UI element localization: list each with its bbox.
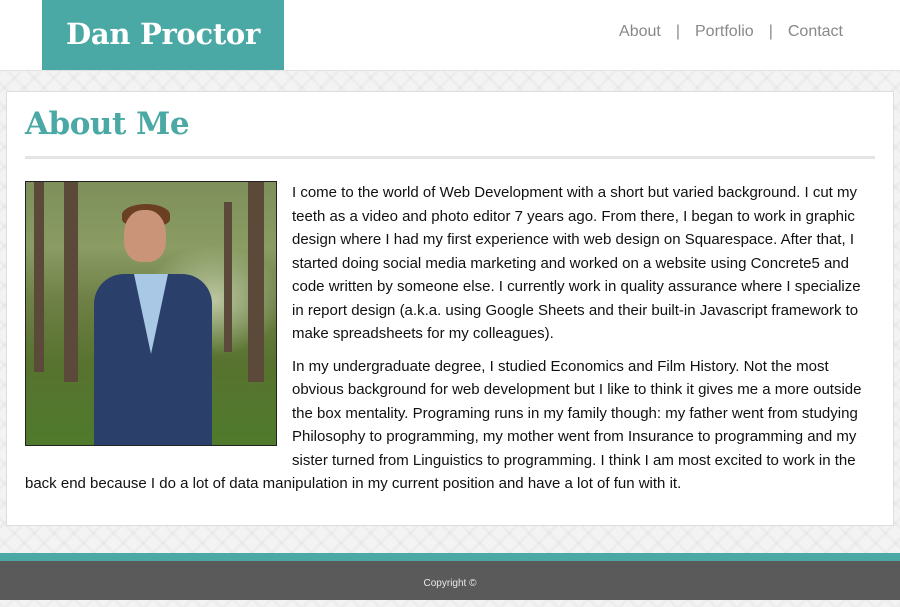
main-nav: About | Portfolio | Contact [619,23,843,41]
nav-separator: | [768,23,773,40]
site-logo[interactable]: Dan Proctor [42,0,284,70]
profile-photo [25,181,277,446]
footer-accent-stripe [0,553,900,561]
nav-separator: | [675,23,680,40]
nav-link-portfolio[interactable]: Portfolio [695,23,754,41]
nav-link-about[interactable]: About [619,23,661,41]
about-card: About Me I come to the world of Web Deve… [6,91,894,526]
page-title: About Me [25,106,190,142]
site-header: Dan Proctor About | Portfolio | Contact [0,0,900,71]
copyright-text: Copyright © [423,578,477,589]
title-divider [25,156,875,159]
nav-link-contact[interactable]: Contact [788,23,843,41]
about-content: I come to the world of Web Development w… [25,181,875,505]
site-footer: Copyright © [0,561,900,600]
